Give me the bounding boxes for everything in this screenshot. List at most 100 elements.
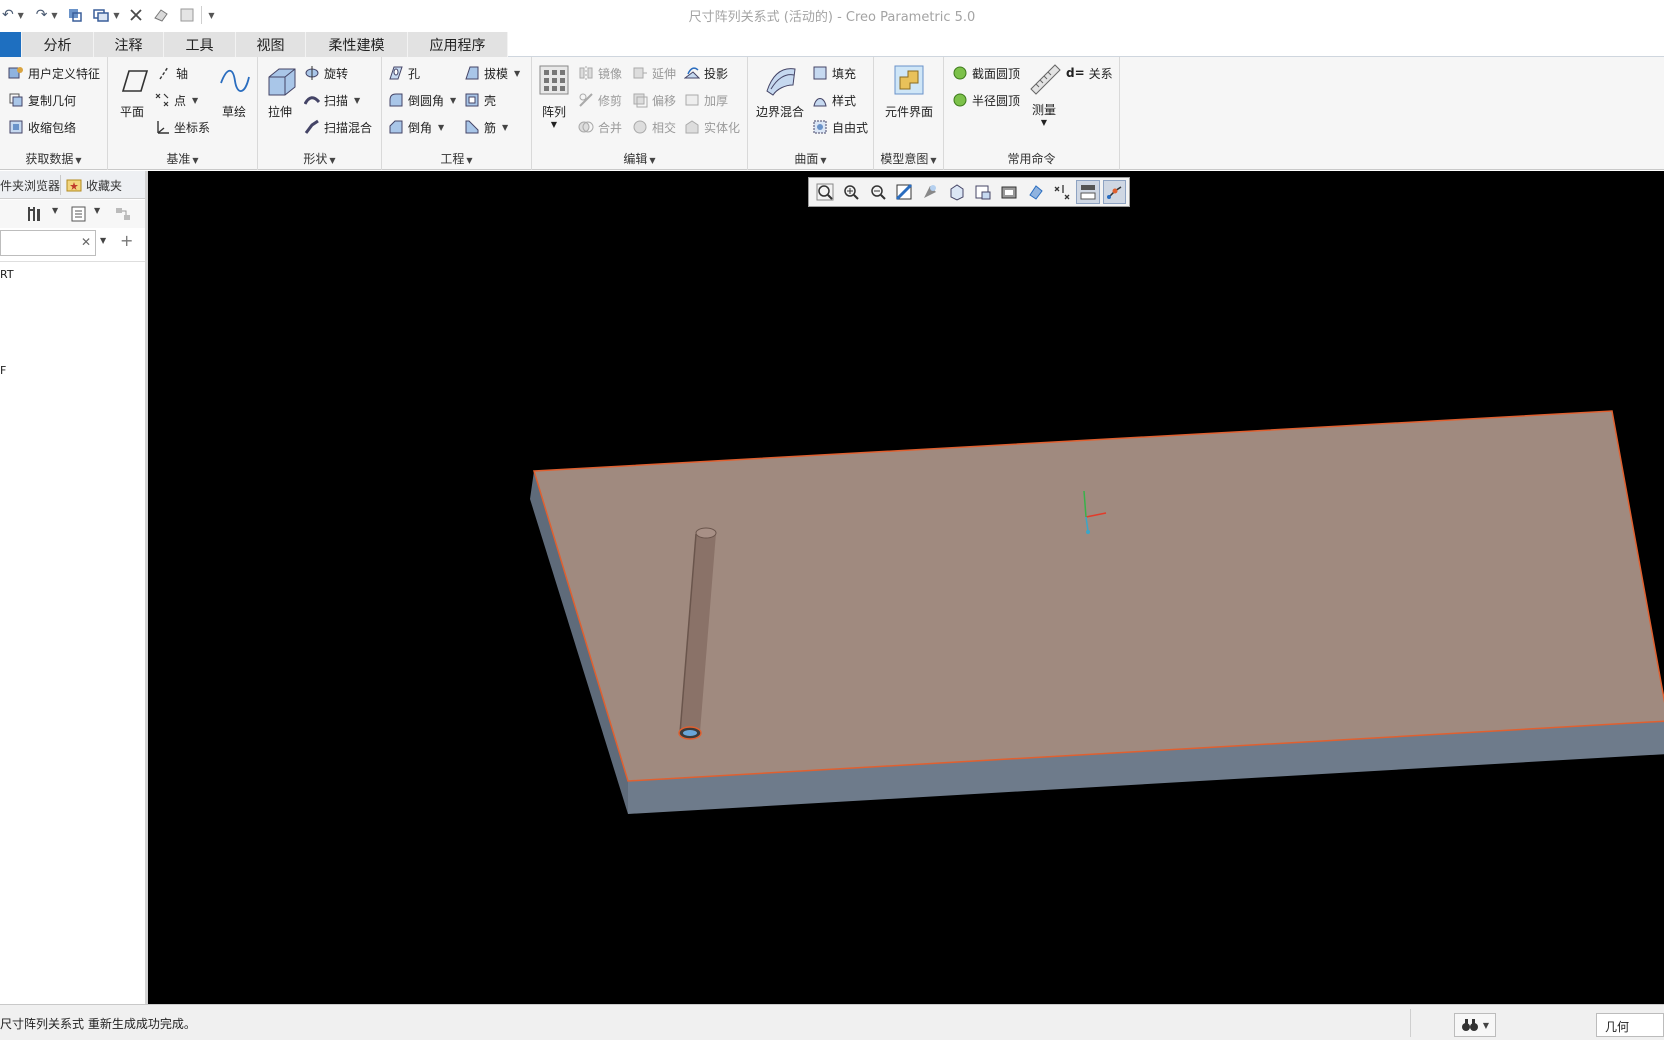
find-dropdown-icon[interactable]: ▼ bbox=[1483, 1021, 1489, 1030]
navigator-tabs: 文件夹浏览器 收藏夹 bbox=[0, 171, 146, 199]
group-label-get-data[interactable]: 获取数据 ▼ bbox=[0, 150, 107, 167]
shell-button[interactable]: 壳 bbox=[464, 89, 496, 111]
group-label-surfaces[interactable]: 曲面 ▼ bbox=[748, 150, 873, 167]
fill-button[interactable]: 填充 bbox=[812, 62, 856, 84]
show-icon[interactable] bbox=[114, 205, 134, 226]
tab-tools[interactable]: 工具 bbox=[164, 32, 236, 57]
tab-model[interactable] bbox=[0, 32, 22, 57]
project-icon bbox=[684, 67, 700, 79]
merge-button[interactable]: 合并 bbox=[578, 116, 622, 138]
section-dome-button[interactable]: 截面圆顶 bbox=[952, 62, 1020, 84]
sketch-button[interactable]: 草绘 bbox=[214, 63, 254, 120]
group-label-editing[interactable]: 编辑 ▼ bbox=[532, 150, 747, 167]
graphics-window[interactable] bbox=[148, 171, 1664, 1004]
style-button[interactable]: 样式 bbox=[812, 89, 856, 111]
group-label-shapes[interactable]: 形状 ▼ bbox=[258, 150, 381, 167]
settings-icon[interactable] bbox=[26, 205, 44, 226]
group-label-engineering[interactable]: 工程 ▼ bbox=[382, 150, 531, 167]
swept-blend-button[interactable]: 扫描混合 bbox=[304, 116, 372, 138]
tab-favorites[interactable]: 收藏夹 bbox=[66, 171, 146, 199]
sweep-button[interactable]: 扫描 ▼ bbox=[304, 89, 360, 111]
measure-button[interactable]: 测量 ▼ bbox=[1024, 61, 1064, 127]
pattern-button[interactable]: 阵列 ▼ bbox=[538, 63, 570, 129]
point-icon bbox=[155, 93, 169, 107]
copy-geometry-button[interactable]: 复制几何 bbox=[8, 89, 76, 111]
tab-applications[interactable]: 应用程序 bbox=[408, 32, 508, 57]
axis-icon bbox=[159, 66, 169, 80]
shrinkwrap-icon bbox=[9, 120, 23, 134]
thicken-button[interactable]: 加厚 bbox=[684, 89, 728, 111]
navigator-tab-divider bbox=[60, 175, 61, 195]
trim-icon bbox=[579, 93, 593, 107]
component-interface-button[interactable]: 元件界面 bbox=[878, 63, 940, 120]
datum-point-button[interactable]: 点 ▼ bbox=[154, 89, 198, 111]
draft-icon bbox=[465, 66, 479, 80]
offset-button[interactable]: 偏移 bbox=[632, 89, 676, 111]
group-label-datum[interactable]: 基准 ▼ bbox=[108, 150, 257, 167]
tab-analysis[interactable]: 分析 bbox=[22, 32, 94, 57]
group-surfaces: 边界混合 填充 样式 自由式 曲面 ▼ bbox=[748, 57, 874, 170]
pattern-icon bbox=[539, 65, 569, 95]
tree-item[interactable]: F bbox=[0, 364, 6, 377]
extrude-icon bbox=[268, 68, 296, 96]
tab-folder-browser[interactable]: 文件夹浏览器 bbox=[0, 171, 60, 199]
mirror-icon bbox=[579, 66, 593, 80]
datum-plane-button[interactable]: 平面 bbox=[114, 63, 150, 120]
binoculars-icon bbox=[1461, 1019, 1478, 1031]
user-defined-feature-button[interactable]: 用户定义特征 bbox=[8, 62, 100, 84]
tab-annotate[interactable]: 注释 bbox=[94, 32, 164, 57]
group-label-model-intent[interactable]: 模型意图 ▼ bbox=[874, 150, 943, 167]
search-input[interactable]: ✕ bbox=[0, 230, 96, 256]
shrinkwrap-button[interactable]: 收缩包络 bbox=[8, 116, 76, 138]
search-dropdown-icon[interactable]: ▼ bbox=[100, 236, 106, 245]
settings-dropdown-icon[interactable]: ▼ bbox=[52, 206, 58, 215]
find-button[interactable]: ▼ bbox=[1454, 1013, 1496, 1037]
sweep-icon bbox=[304, 96, 320, 105]
ruler-icon bbox=[1030, 64, 1061, 95]
draft-button[interactable]: 拔模 ▼ bbox=[464, 62, 520, 84]
hole-button[interactable]: 孔 bbox=[388, 62, 420, 84]
plane-icon bbox=[121, 70, 149, 92]
extrude-button[interactable]: 拉伸 bbox=[262, 63, 298, 120]
radius-dome-button[interactable]: 半径圆顶 bbox=[952, 89, 1020, 111]
revolve-button[interactable]: 旋转 bbox=[304, 62, 348, 84]
intersect-button[interactable]: 相交 bbox=[632, 116, 676, 138]
radius-dome-icon bbox=[953, 93, 967, 107]
sketch-icon bbox=[220, 69, 250, 92]
window-title: 尺寸阵列关系式 (活动的) - Creo Parametric 5.0 bbox=[688, 10, 976, 25]
coordinate-system-button[interactable]: 坐标系 bbox=[154, 116, 210, 138]
offset-icon bbox=[633, 93, 648, 108]
chamfer-button[interactable]: 倒角 ▼ bbox=[388, 116, 444, 138]
clear-search-icon[interactable]: ✕ bbox=[81, 235, 91, 249]
round-button[interactable]: 倒圆角 ▼ bbox=[388, 89, 456, 111]
tree-item[interactable]: RT bbox=[0, 268, 14, 281]
pattern-dropdown-icon[interactable]: ▼ bbox=[551, 120, 557, 129]
extend-icon bbox=[633, 67, 647, 79]
datum-axis-button[interactable]: 轴 bbox=[156, 62, 188, 84]
extend-button[interactable]: 延伸 bbox=[632, 62, 676, 84]
navigator-divider bbox=[0, 261, 146, 262]
measure-dropdown-icon[interactable]: ▼ bbox=[1041, 118, 1047, 127]
boundary-blend-button[interactable]: 边界混合 bbox=[752, 63, 808, 120]
group-label-common-commands: 常用命令 bbox=[1007, 152, 1056, 166]
copy-geometry-icon bbox=[9, 93, 23, 107]
solidify-button[interactable]: 实体化 bbox=[684, 116, 740, 138]
tree-filters-dropdown-icon[interactable]: ▼ bbox=[94, 206, 100, 215]
group-shapes: 拉伸 旋转 扫描 ▼ 扫描混合 形状 ▼ bbox=[258, 57, 382, 170]
revolve-icon bbox=[305, 66, 319, 80]
rib-button[interactable]: 筋 ▼ bbox=[464, 116, 508, 138]
tab-view[interactable]: 视图 bbox=[236, 32, 306, 57]
freestyle-icon bbox=[813, 120, 827, 134]
selection-filter[interactable]: 几何 bbox=[1596, 1013, 1664, 1037]
tab-flexible-modeling[interactable]: 柔性建模 bbox=[306, 32, 408, 57]
style-icon bbox=[813, 98, 827, 107]
group-engineering: 孔 拔模 ▼ 倒圆角 ▼ 壳 倒角 ▼ 筋 ▼ 工程 ▼ bbox=[382, 57, 532, 170]
udf-icon bbox=[8, 67, 23, 79]
relations-button[interactable]: d= 关系 bbox=[1066, 62, 1113, 84]
project-button[interactable]: 投影 bbox=[684, 62, 728, 84]
add-icon[interactable]: + bbox=[120, 231, 133, 250]
mirror-button[interactable]: 镜像 bbox=[578, 62, 622, 84]
freestyle-button[interactable]: 自由式 bbox=[812, 116, 868, 138]
trim-button[interactable]: 修剪 bbox=[578, 89, 622, 111]
tree-filters-icon[interactable] bbox=[70, 205, 88, 226]
